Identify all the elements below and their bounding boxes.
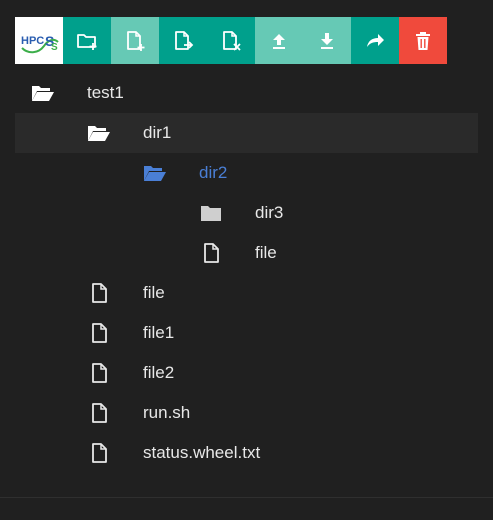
file-icon: [87, 403, 111, 423]
svg-text:HPC: HPC: [21, 35, 44, 47]
tree-item-label: status.wheel.txt: [143, 443, 261, 462]
tree-item-label: dir2: [199, 163, 228, 182]
remove-file-button[interactable]: [207, 17, 255, 64]
file-manager: HPC S S test1 dir1 dir2 dir3 file file f…: [0, 0, 493, 520]
tree-item-file1[interactable]: file1: [15, 313, 478, 353]
tree-item-label: dir3: [255, 203, 284, 222]
new-folder-button[interactable]: [63, 17, 111, 64]
file-icon: [87, 443, 111, 463]
file-x-icon: [223, 30, 241, 51]
file-icon: [87, 323, 111, 343]
tree-item-dir2[interactable]: dir2: [15, 153, 478, 193]
tree-item-status-wheel-txt[interactable]: status.wheel.txt: [15, 433, 478, 473]
trash-icon: [416, 31, 430, 50]
folder-icon: [199, 203, 223, 223]
tree-item-test1[interactable]: test1: [15, 73, 478, 113]
tree-item-label: file1: [143, 323, 175, 342]
tree-item-dir3[interactable]: dir3: [15, 193, 478, 233]
tree-item-dir1[interactable]: dir1: [15, 113, 478, 153]
tree-item-label: test1: [87, 83, 124, 102]
tree-item-label: file2: [143, 363, 175, 382]
share-button[interactable]: [351, 17, 399, 64]
tree-item-label: file: [255, 243, 277, 262]
file-tree: test1 dir1 dir2 dir3 file file file1 fil…: [15, 73, 478, 473]
file-move-icon: [175, 30, 194, 50]
folder-plus-icon: [77, 33, 97, 50]
folder-open-icon: [143, 163, 167, 183]
delete-button[interactable]: [399, 17, 447, 64]
tree-item-file[interactable]: file: [15, 273, 478, 313]
download-icon: [321, 32, 333, 49]
download-button[interactable]: [303, 17, 351, 64]
tree-item-label: run.sh: [143, 403, 191, 422]
svg-text:S: S: [51, 42, 58, 53]
new-file-button[interactable]: [111, 17, 159, 64]
tree-item-label: dir1: [143, 123, 172, 142]
folder-open-icon: [87, 123, 111, 143]
upload-icon: [273, 33, 285, 49]
share-icon: [367, 33, 384, 47]
tree-item-file2[interactable]: file2: [15, 353, 478, 393]
file-icon: [87, 283, 111, 303]
toolbar: HPC S S: [15, 17, 447, 64]
tree-item-label: file: [143, 283, 165, 302]
tree-item-run-sh[interactable]: run.sh: [15, 393, 478, 433]
tree-item-file[interactable]: file: [15, 233, 478, 273]
file-icon: [87, 363, 111, 383]
divider: [0, 497, 493, 498]
app-logo: HPC S S: [15, 17, 63, 64]
file-icon: [199, 243, 223, 263]
upload-button[interactable]: [255, 17, 303, 64]
file-plus-icon: [127, 30, 145, 51]
move-file-button[interactable]: [159, 17, 207, 64]
folder-open-icon: [31, 83, 55, 103]
